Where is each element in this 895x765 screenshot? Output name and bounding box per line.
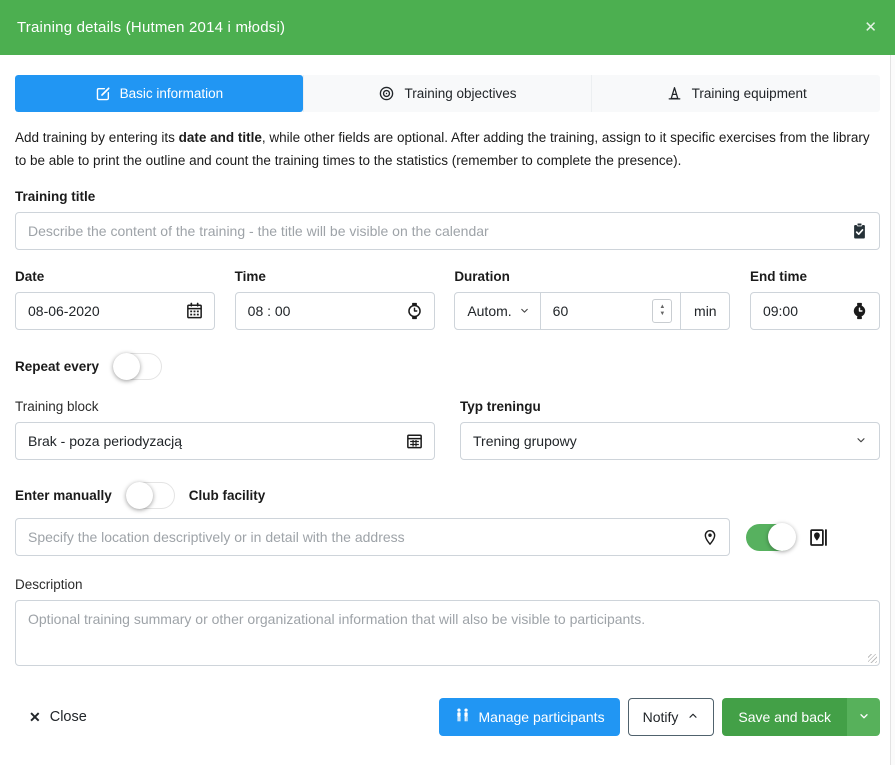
- modal-body: Basic information Training objectives Tr…: [0, 75, 895, 736]
- cone-icon: [666, 85, 683, 102]
- location-input[interactable]: [15, 518, 730, 556]
- description-label: Description: [15, 577, 880, 592]
- chevron-down-icon: [855, 433, 867, 449]
- training-block-label: Training block: [15, 399, 435, 414]
- description-textarea[interactable]: [15, 600, 880, 666]
- training-details-modal: Training details (Hutmen 2014 i młodsi) …: [0, 0, 895, 765]
- close-button[interactable]: ✕ Close: [29, 709, 87, 726]
- training-type-label: Typ treningu: [460, 399, 880, 414]
- close-icon[interactable]: ✕: [864, 20, 877, 35]
- toggle-knob: [768, 523, 796, 551]
- calendar-icon[interactable]: [185, 302, 204, 321]
- target-icon: [378, 85, 395, 102]
- club-facility-map-icon[interactable]: [808, 527, 829, 548]
- club-facility-toggle[interactable]: [746, 524, 795, 551]
- map-pin-icon[interactable]: [701, 528, 719, 546]
- training-title-input[interactable]: [15, 212, 880, 250]
- tab-training-objectives[interactable]: Training objectives: [303, 75, 592, 112]
- tab-bar: Basic information Training objectives Tr…: [15, 75, 880, 112]
- calendar-grid-icon[interactable]: [405, 432, 424, 451]
- save-and-back-button[interactable]: Save and back: [722, 698, 847, 736]
- enter-manually-label: Enter manually: [15, 488, 112, 503]
- intro-text: Add training by entering its date and ti…: [15, 127, 880, 172]
- save-split-button: Save and back: [722, 698, 880, 736]
- resize-grip[interactable]: [868, 654, 877, 663]
- duration-group: Autom. 60 ▲ ▼ min: [454, 292, 730, 330]
- training-block-input[interactable]: [15, 422, 435, 460]
- modal-title: Training details (Hutmen 2014 i młodsi): [17, 19, 285, 36]
- people-icon: [454, 707, 471, 727]
- intro-bold: date and title: [179, 130, 262, 145]
- date-label: Date: [15, 269, 215, 284]
- stepper-up-icon[interactable]: ▲: [659, 304, 665, 311]
- tab-label: Training objectives: [404, 86, 516, 101]
- modal-header: Training details (Hutmen 2014 i młodsi) …: [0, 0, 895, 55]
- tab-training-equipment[interactable]: Training equipment: [591, 75, 880, 112]
- edit-square-icon: [95, 86, 111, 102]
- close-label: Close: [50, 709, 87, 725]
- manage-participants-label: Manage participants: [479, 709, 605, 725]
- number-stepper[interactable]: ▲ ▼: [652, 299, 672, 323]
- duration-value: 60: [553, 303, 569, 319]
- notify-button[interactable]: Notify: [628, 698, 715, 736]
- watch-filled-icon[interactable]: [850, 302, 869, 321]
- manage-participants-button[interactable]: Manage participants: [439, 698, 620, 736]
- duration-mode-value: Autom.: [467, 303, 511, 319]
- clipboard-check-icon[interactable]: [850, 222, 869, 241]
- stepper-down-icon[interactable]: ▼: [659, 311, 665, 318]
- notify-label: Notify: [643, 709, 679, 725]
- training-title-label: Training title: [15, 189, 880, 204]
- chevron-down-icon: [858, 710, 870, 725]
- training-type-value: Trening grupowy: [473, 433, 577, 449]
- repeat-toggle[interactable]: [113, 353, 162, 380]
- end-time-label: End time: [750, 269, 880, 284]
- scrollbar-track[interactable]: [890, 55, 895, 765]
- close-x-icon: ✕: [29, 709, 41, 726]
- save-and-back-label: Save and back: [738, 709, 831, 725]
- save-options-caret-button[interactable]: [847, 698, 880, 736]
- duration-value-input[interactable]: 60 ▲ ▼: [541, 293, 682, 329]
- chevron-down-icon: [519, 303, 530, 319]
- enter-manually-toggle[interactable]: [126, 482, 175, 509]
- toggle-knob: [113, 353, 140, 380]
- tab-basic-information[interactable]: Basic information: [15, 75, 303, 112]
- duration-unit-label: min: [681, 293, 729, 329]
- toggle-knob: [126, 482, 153, 509]
- tab-label: Basic information: [120, 86, 224, 101]
- tab-label: Training equipment: [692, 86, 807, 101]
- club-facility-label: Club facility: [189, 488, 266, 503]
- repeat-every-label: Repeat every: [15, 359, 99, 374]
- time-label: Time: [235, 269, 435, 284]
- chevron-up-icon: [687, 709, 699, 725]
- duration-label: Duration: [454, 269, 730, 284]
- watch-icon[interactable]: [405, 302, 424, 321]
- training-type-select[interactable]: Trening grupowy: [460, 422, 880, 460]
- duration-mode-select[interactable]: Autom.: [455, 293, 540, 329]
